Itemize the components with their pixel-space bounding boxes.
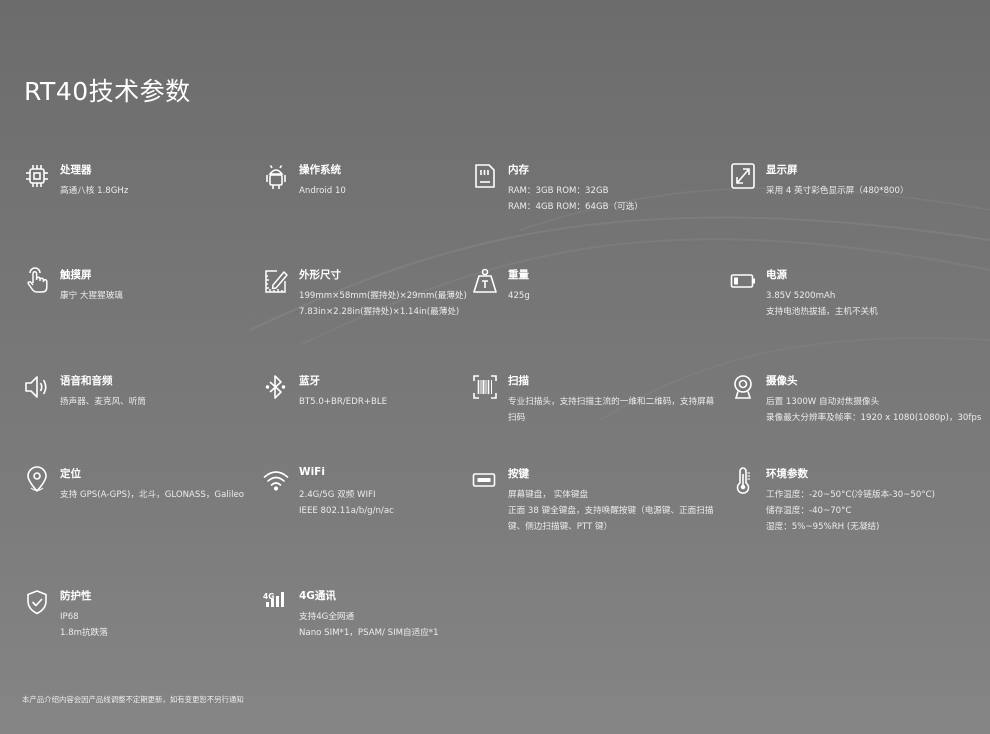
barcode-scan-icon: [472, 373, 498, 401]
spec-title: 内存: [508, 164, 529, 176]
spec-value: 屏幕键盘， 实体键盘: [508, 490, 589, 500]
battery-icon: [730, 267, 756, 295]
spec-value: 支持 GPS(A-GPS)，北斗，GLONASS，Galileo: [60, 490, 245, 500]
display-expand-icon: [730, 162, 756, 190]
spec-value: RAM：3GB ROM：32GB: [508, 186, 609, 196]
spec-value: 高通八核 1.8GHz: [60, 186, 129, 196]
spec-value: 录像最大分辨率及帧率：1920 x 1080(1080p)，30fps: [766, 413, 982, 423]
signal-4g-icon: 4G: [263, 588, 289, 616]
spec-value: 储存温度：-40~70°C: [766, 506, 852, 516]
wifi-icon: [263, 466, 289, 494]
spec-value: 专业扫描头，支持扫描主流的一维和二维码，支持屏幕扫码: [508, 397, 715, 423]
spec-title: 语音和音频: [60, 375, 113, 387]
thermometer-icon: [730, 466, 756, 494]
spec-value: 7.83in×2.28in(握持处)×1.14in(最薄处): [299, 307, 460, 317]
webcam-icon: [730, 373, 756, 401]
spec-title: 重量: [508, 269, 529, 281]
location-pin-icon: [24, 466, 50, 494]
bluetooth-icon: [263, 373, 289, 401]
page-title: RT40技术参数: [24, 77, 191, 106]
spec-value: IP68: [60, 612, 79, 622]
ruler-edit-icon: [263, 267, 289, 295]
spec-value: 扬声器、麦克风、听筒: [60, 397, 146, 407]
spec-title: 蓝牙: [299, 375, 320, 387]
spec-title: 处理器: [60, 164, 92, 176]
spec-title: 扫描: [508, 375, 529, 387]
keyboard-key-icon: [472, 466, 498, 494]
spec-value: 支持4G全网通: [299, 612, 355, 622]
spec-title: 显示屏: [766, 164, 798, 176]
speaker-icon: [24, 373, 50, 401]
spec-value: 康宁 大猩猩玻璃: [60, 291, 123, 301]
spec-value: IEEE 802.11a/b/g/n/ac: [299, 506, 394, 516]
spec-title: 操作系统: [299, 164, 341, 176]
spec-title: 按键: [508, 468, 529, 480]
spec-title: 环境参数: [766, 468, 808, 480]
spec-value: 后置 1300W 自动对焦摄像头: [766, 397, 880, 407]
android-icon: [263, 162, 289, 190]
memory-card-icon: [472, 162, 498, 190]
spec-value: 正面 38 键全键盘，支持唤醒按键（电源键、正面扫描键、侧边扫描键、PTT 键）: [508, 506, 714, 532]
weight-icon: [472, 267, 498, 295]
spec-title: 摄像头: [766, 375, 798, 387]
spec-title: 防护性: [60, 590, 92, 602]
spec-value: RAM：4GB ROM：64GB（可选）: [508, 202, 643, 212]
spec-value: 工作温度：-20~50°C(冷链版本-30~50°C): [766, 490, 935, 500]
spec-title: 触摸屏: [60, 269, 92, 281]
spec-value: 1.8m抗跌落: [60, 628, 108, 638]
shield-check-icon: [24, 588, 50, 616]
touch-hand-icon: [24, 267, 50, 295]
spec-title: 外形尺寸: [299, 269, 341, 281]
spec-value: 湿度：5%~95%RH (无凝结): [766, 522, 880, 532]
footer-note: 本产品介绍内容会因产品线调整不定期更新，如有变更恕不另行通知: [22, 695, 244, 704]
spec-title: 4G通讯: [299, 590, 336, 602]
cpu-icon: [24, 162, 50, 190]
spec-title: 电源: [766, 269, 787, 281]
spec-title: 定位: [60, 468, 81, 480]
spec-value: 3.85V 5200mAh: [766, 291, 836, 301]
spec-value: 采用 4 英寸彩色显示屏（480*800）: [766, 186, 909, 196]
spec-value: 425g: [508, 291, 530, 301]
spec-value: 支持电池热拔插，主机不关机: [766, 307, 878, 317]
spec-value: Nano SIM*1，PSAM/ SIM自适应*1: [299, 628, 439, 638]
spec-title: WiFi: [299, 466, 325, 478]
